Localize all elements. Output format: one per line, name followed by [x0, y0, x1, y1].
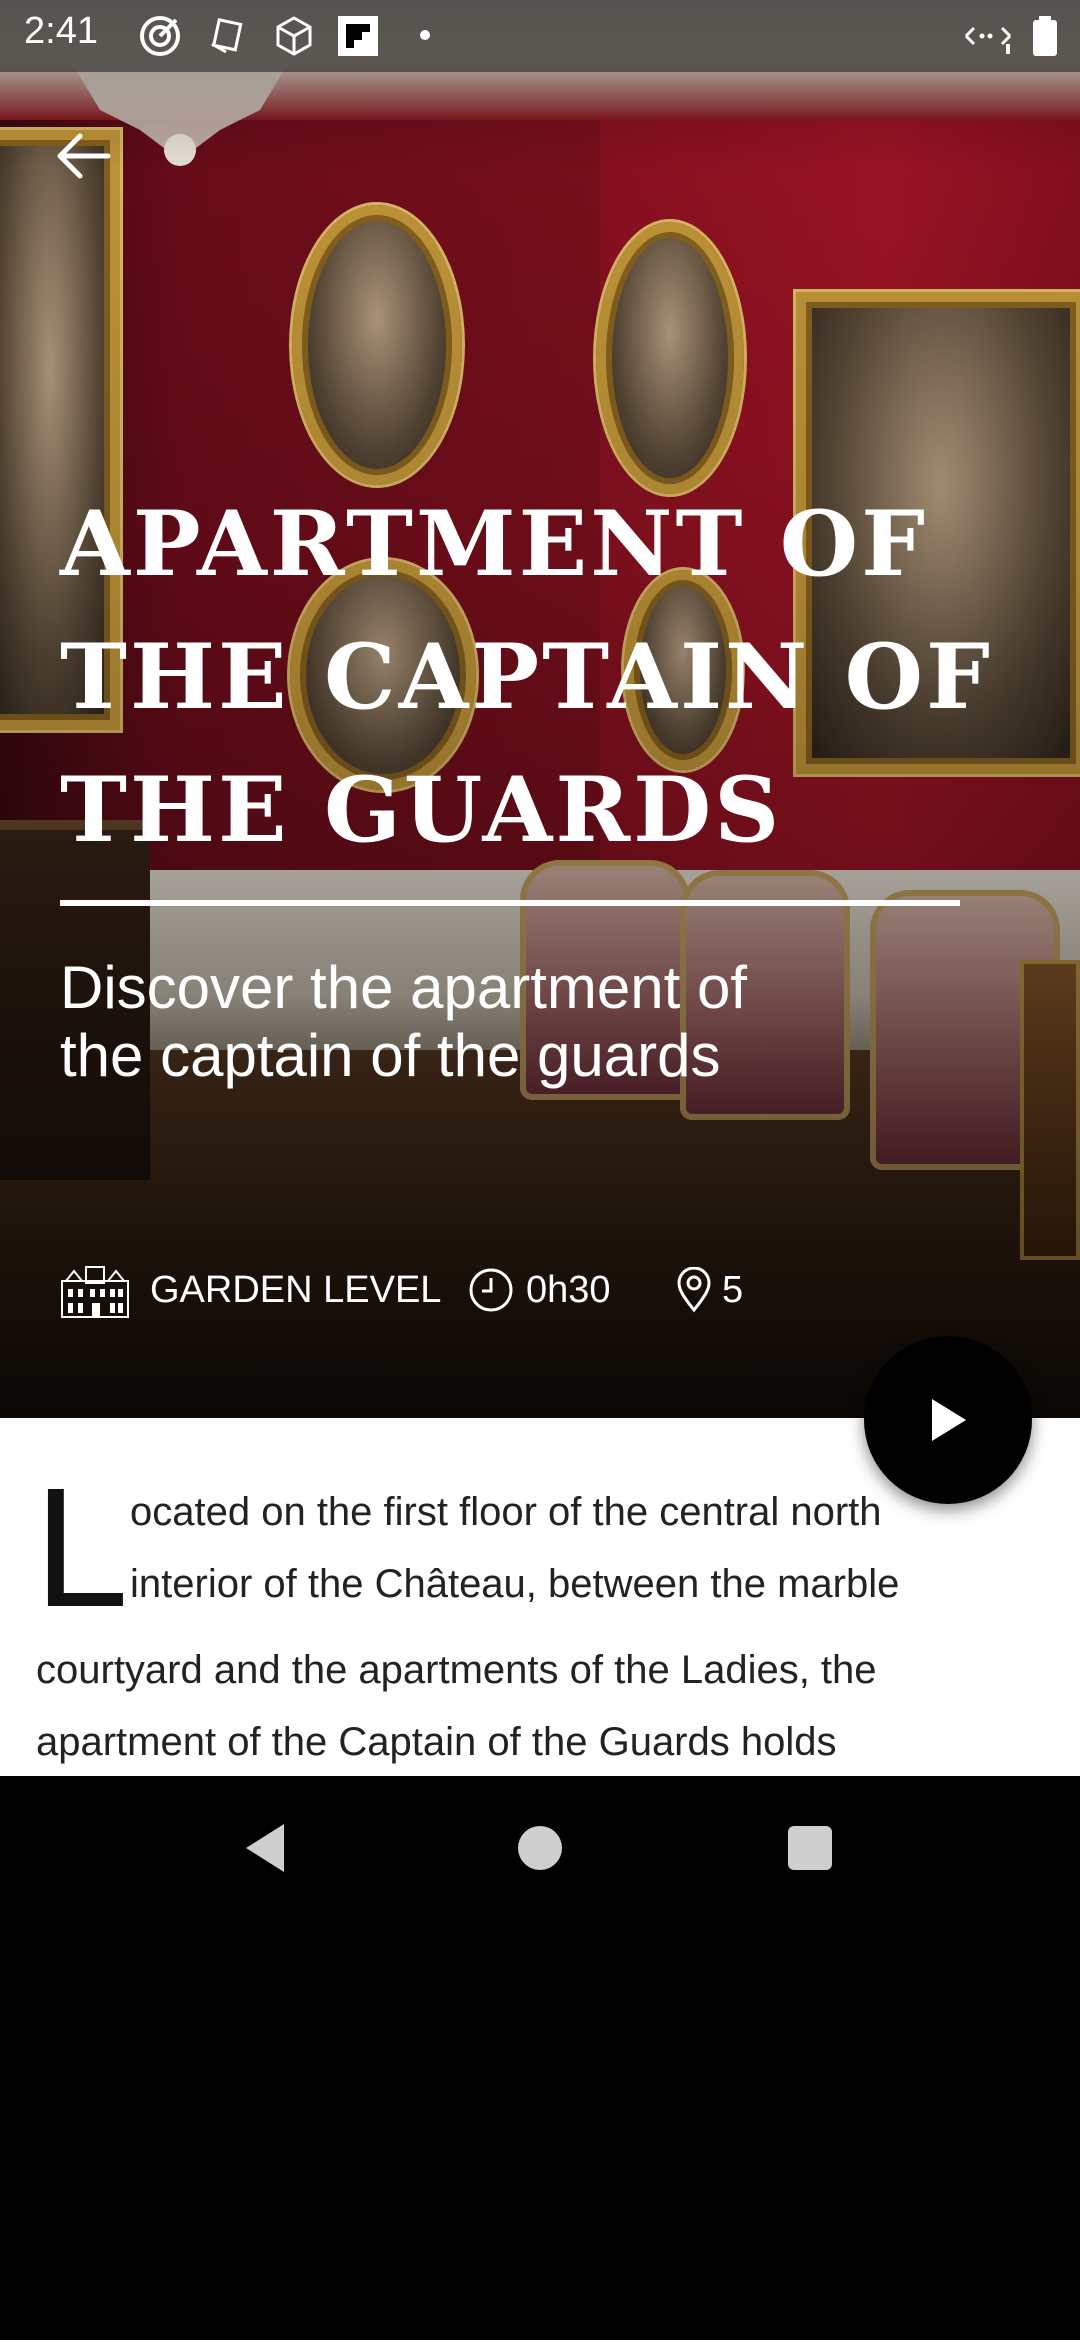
description-line-3: courtyard and the apartments of the Ladi… — [36, 1648, 877, 1692]
play-icon — [932, 1399, 966, 1441]
status-time: 2:41 — [24, 10, 98, 52]
subtitle-line-2: the captain of the guards — [60, 1022, 721, 1089]
system-nav-bar — [0, 1776, 1080, 1920]
duration-label: 0h30 — [526, 1268, 611, 1311]
back-arrow-icon[interactable] — [52, 124, 116, 188]
flipboard-icon — [338, 16, 378, 56]
stops-count: 5 — [722, 1268, 744, 1311]
subtitle-line-1: Discover the apartment of — [60, 954, 747, 1021]
nav-home-icon[interactable] — [508, 1816, 572, 1880]
status-bar: 2:41 — [0, 0, 1080, 72]
title-divider — [60, 900, 960, 906]
description-line-1: ocated on the first floor of the central… — [130, 1490, 882, 1534]
tour-meta: GARDEN LEVEL 0h30 5 — [60, 1258, 760, 1322]
chateau-icon — [61, 1266, 129, 1318]
drop-cap: L — [34, 1453, 129, 1643]
battery-icon — [1033, 16, 1057, 56]
meta-stops: 5 — [676, 1258, 743, 1322]
notification-dot — [420, 30, 430, 40]
description-line-4: apartment of the Captain of the Guards h… — [36, 1720, 837, 1764]
title-line-3: THE GUARDS — [60, 757, 783, 863]
play-audio-button[interactable] — [864, 1336, 1032, 1504]
location-pin-icon — [677, 1267, 711, 1313]
nav-recents-icon[interactable] — [778, 1816, 842, 1880]
page-subtitle: Discover the apartment of the captain of… — [60, 954, 960, 1090]
level-label: GARDEN LEVEL — [150, 1268, 442, 1311]
network-icon — [964, 26, 1012, 54]
title-line-1: APARTMENT OF — [60, 491, 929, 597]
clock-icon — [469, 1268, 513, 1312]
hero-image: APARTMENT OF THE CAPTAIN OF THE GUARDS D… — [0, 0, 1080, 1418]
page-title: APARTMENT OF THE CAPTAIN OF THE GUARDS — [60, 478, 1020, 877]
title-line-2: THE CAPTAIN OF — [60, 624, 993, 730]
cube-app-icon — [276, 16, 312, 56]
meta-level: GARDEN LEVEL — [60, 1258, 441, 1322]
description-line-2: interior of the Château, between the mar… — [130, 1562, 900, 1606]
target-app-icon — [140, 16, 180, 56]
puzzle-app-icon — [211, 18, 243, 54]
meta-duration: 0h30 — [468, 1258, 611, 1322]
nav-back-icon[interactable] — [236, 1816, 300, 1880]
